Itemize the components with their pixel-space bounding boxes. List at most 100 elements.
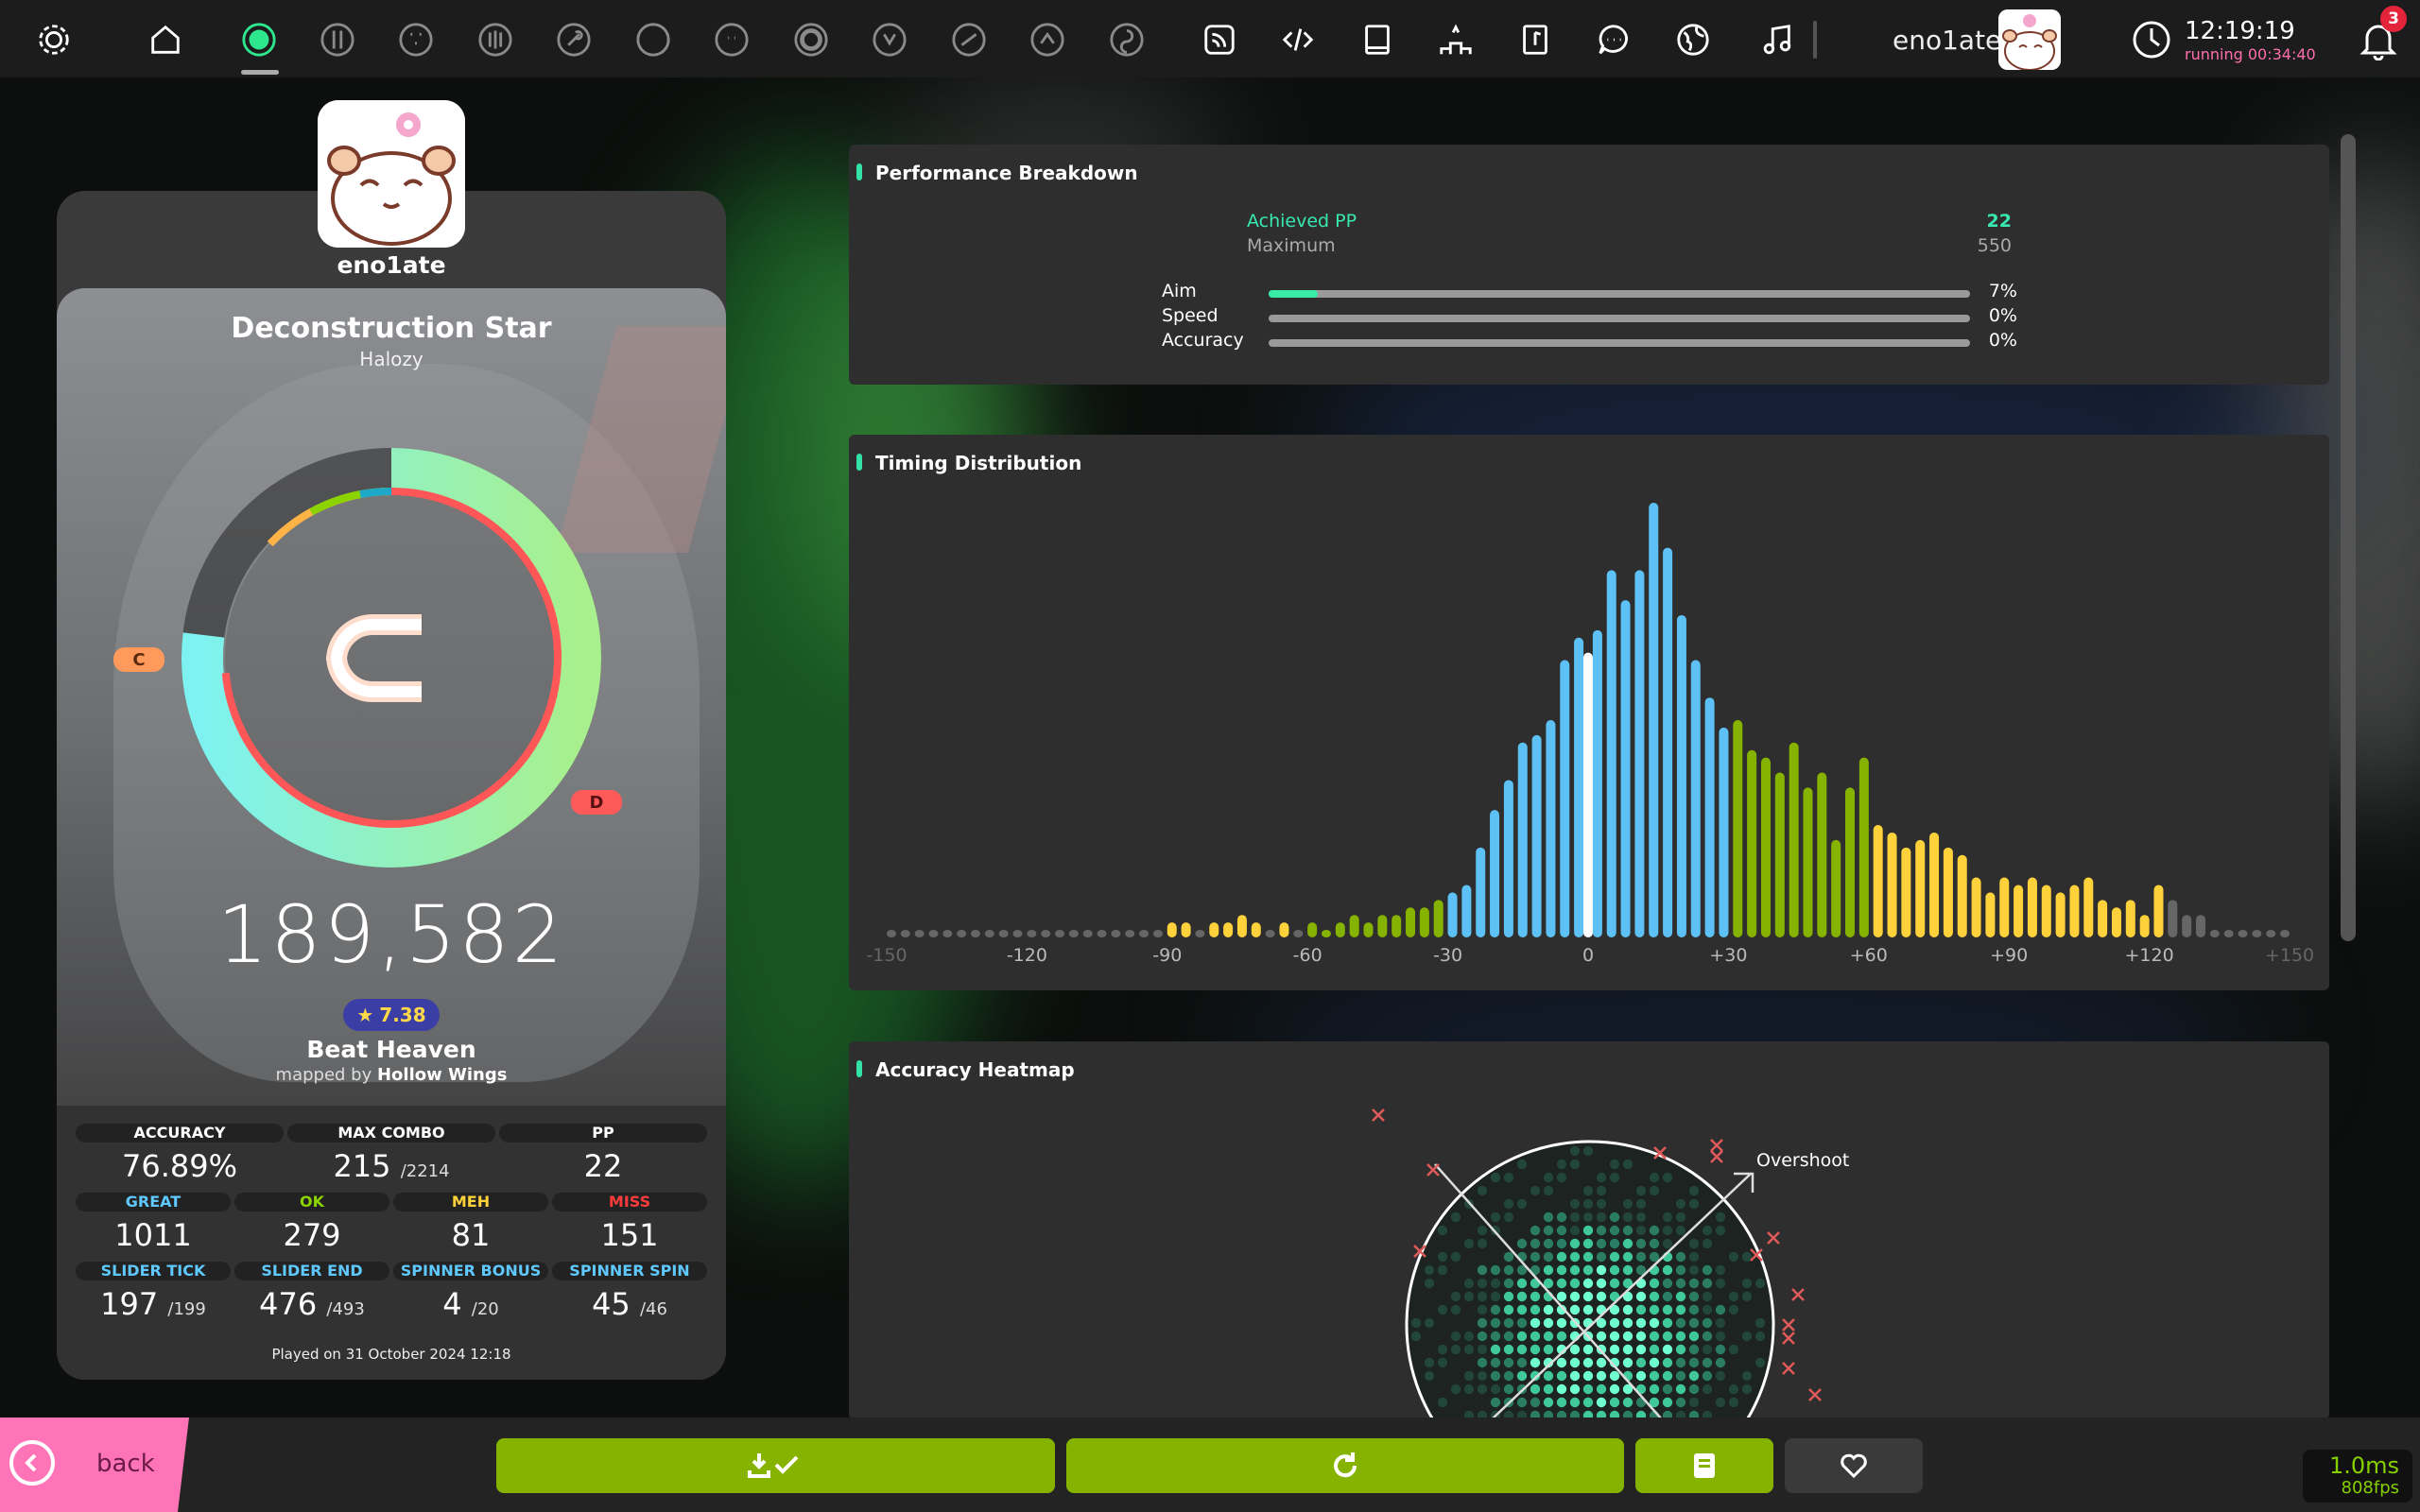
chat-icon[interactable] <box>1595 21 1633 59</box>
heatmap-cell <box>1477 1357 1488 1368</box>
osu-mode-icon[interactable] <box>240 21 278 59</box>
timing-distribution-panel: Timing Distribution -150 -120 -90 -60 -30 0 +3… <box>849 435 2329 990</box>
heatmap-cell <box>1675 1225 1686 1236</box>
timing-tick-label: 0 <box>1582 945 1594 966</box>
heatmap-cell <box>1556 1383 1567 1395</box>
timing-bar <box>2055 892 2066 937</box>
timing-bar <box>1152 930 1163 937</box>
heatmap-cell <box>1463 1278 1475 1289</box>
timing-bar <box>1279 922 1289 937</box>
results-scrollbar[interactable] <box>2341 134 2356 941</box>
mod-spunout-icon[interactable] <box>713 21 751 59</box>
ranking-icon[interactable] <box>1437 21 1475 59</box>
heatmap-cell <box>1450 1304 1461 1315</box>
home-icon[interactable] <box>147 21 184 59</box>
heatmap-cell <box>1516 1331 1528 1342</box>
catch-mode-icon[interactable] <box>397 21 435 59</box>
save-icon <box>1694 1453 1715 1478</box>
heatmap-cell <box>1516 1344 1528 1355</box>
heatmap-cell <box>1662 1264 1673 1276</box>
back-chevron-icon[interactable] <box>9 1440 55 1486</box>
heatmap-cell <box>1437 1304 1448 1315</box>
heatmap-cell <box>1728 1397 1739 1408</box>
heatmap-cell <box>1569 1145 1581 1157</box>
heatmap-cell <box>1450 1344 1461 1355</box>
back-label[interactable]: back <box>96 1450 155 1478</box>
mod-flashlight-icon[interactable] <box>950 21 988 59</box>
timing-bar <box>1747 749 1757 937</box>
globe-icon[interactable] <box>1674 21 1712 59</box>
heatmap-cell <box>1437 1397 1448 1408</box>
heatmap-cell <box>1543 1317 1554 1329</box>
heatmap-cell <box>1569 1291 1581 1302</box>
toolbar-username[interactable]: eno1ate <box>1893 25 2001 56</box>
heatmap-miss-marker <box>1782 1362 1795 1375</box>
taiko-mode-icon[interactable] <box>319 21 356 59</box>
timing-tick-label: -30 <box>1433 945 1462 966</box>
toolbar-avatar[interactable] <box>1998 9 2061 70</box>
difficulty-name: Beat Heaven <box>306 1036 476 1063</box>
download-replay-button[interactable] <box>496 1438 1055 1493</box>
heatmap-cell <box>1622 1264 1634 1276</box>
mania-mode-icon[interactable] <box>476 21 514 59</box>
timing-bar <box>1490 810 1500 937</box>
heatmap-cell <box>1754 1317 1766 1329</box>
timing-tick-label: +60 <box>1850 945 1888 966</box>
mod-hidden-icon[interactable] <box>871 21 908 59</box>
heatmap-cell <box>1477 1331 1488 1342</box>
heatmap-cell <box>1477 1304 1488 1315</box>
performance-breakdown-panel: Performance Breakdown Achieved PP 22 Max… <box>849 145 2329 385</box>
heatmap-cell <box>1490 1397 1501 1408</box>
heatmap-cell <box>1688 1264 1700 1276</box>
mod-relax-icon[interactable] <box>634 21 672 59</box>
heatmap-cell <box>1662 1370 1673 1382</box>
mod-touch-icon[interactable] <box>792 21 830 59</box>
heatmap-cell <box>1622 1238 1634 1249</box>
timing-bar <box>2125 900 2135 937</box>
stat-value: 151 <box>600 1217 659 1253</box>
rss-icon[interactable] <box>1201 21 1238 59</box>
mod-nofail-icon[interactable] <box>1108 21 1146 59</box>
save-button[interactable] <box>1635 1438 1773 1493</box>
book-icon[interactable] <box>1358 21 1396 59</box>
favourite-button[interactable] <box>1785 1438 1923 1493</box>
mapper-name[interactable]: Hollow Wings <box>377 1065 507 1085</box>
heatmap-cell <box>1596 1370 1607 1382</box>
heatmap-cell <box>1477 1278 1488 1289</box>
stat-spinner-bonus: SPINNER BONUS 4 /20 <box>393 1262 548 1322</box>
heatmap-cell <box>1516 1278 1528 1289</box>
heatmap-miss-marker <box>1710 1139 1723 1152</box>
grade-d-tag: D <box>571 790 622 815</box>
music-icon[interactable] <box>1758 21 1796 59</box>
clock-icon[interactable] <box>2131 19 2172 64</box>
heatmap-cell <box>1477 1238 1488 1249</box>
heatmap-cell <box>1556 1317 1567 1329</box>
mod-doubletime-icon[interactable] <box>1028 21 1066 59</box>
mod-autopilot-icon[interactable] <box>555 21 593 59</box>
heatmap-cell <box>1675 1357 1686 1368</box>
heatmap-cell <box>1675 1397 1686 1408</box>
heatmap-cell <box>1556 1370 1567 1382</box>
heatmap-cell <box>1622 1304 1634 1315</box>
timing-bar <box>2280 930 2290 937</box>
beatmap-listing-icon[interactable] <box>1516 21 1554 59</box>
heatmap-cell <box>1569 1397 1581 1408</box>
heatmap-cell <box>1741 1383 1753 1395</box>
timing-bar <box>1943 847 1953 937</box>
heatmap-cell <box>1649 1331 1660 1342</box>
code-icon[interactable] <box>1279 21 1317 59</box>
heatmap-cell <box>1569 1159 1581 1170</box>
retry-button[interactable] <box>1066 1438 1624 1493</box>
player-avatar[interactable] <box>318 100 465 248</box>
timing-bar <box>2168 900 2178 937</box>
heatmap-cell <box>1556 1291 1567 1302</box>
heatmap-cell <box>1556 1357 1567 1368</box>
perf-row-label: Accuracy <box>1162 330 1244 351</box>
heatmap-cell <box>1702 1331 1713 1342</box>
heatmap-cell <box>1503 1331 1514 1342</box>
accuracy-heatmap-panel: Accuracy Heatmap Overshoot <box>849 1041 2329 1419</box>
settings-icon[interactable] <box>35 21 73 59</box>
stat-value: 4 <box>442 1286 462 1322</box>
heatmap-cell <box>1582 1185 1594 1196</box>
heatmap-cell <box>1662 1225 1673 1236</box>
